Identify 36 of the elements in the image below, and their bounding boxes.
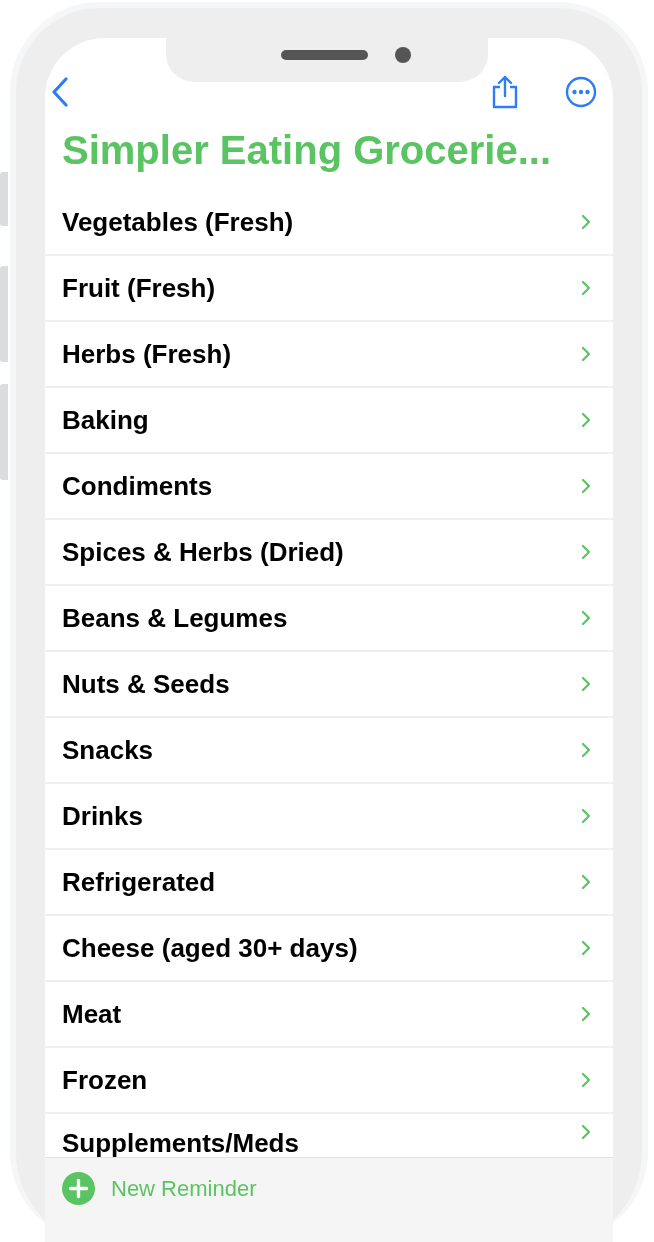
share-icon[interactable] [491, 75, 519, 109]
chevron-icon [581, 676, 591, 692]
list-row[interactable]: Snacks [45, 718, 613, 782]
chevron-icon [581, 280, 591, 296]
list-row[interactable]: Herbs (Fresh) [45, 322, 613, 386]
chevron-icon [581, 742, 591, 758]
chevron-icon [581, 1072, 591, 1088]
chevron-icon [581, 412, 591, 428]
chevron-icon [581, 1124, 591, 1140]
list-row[interactable]: Baking [45, 388, 613, 452]
list-row[interactable]: Cheese (aged 30+ days) [45, 916, 613, 980]
list-row[interactable]: Beans & Legumes [45, 586, 613, 650]
list-row[interactable]: Fruit (Fresh) [45, 256, 613, 320]
chevron-icon [581, 346, 591, 362]
chevron-icon [581, 478, 591, 494]
more-icon[interactable] [565, 76, 597, 108]
list-row[interactable]: Frozen [45, 1048, 613, 1112]
chevron-icon [581, 214, 591, 230]
list-row[interactable]: Vegetables (Fresh) [45, 190, 613, 254]
list-row[interactable]: Refrigerated [45, 850, 613, 914]
camera [395, 47, 411, 63]
list-row[interactable]: Supplements/Meds [45, 1114, 613, 1157]
list-row[interactable]: Drinks [45, 784, 613, 848]
list-row[interactable]: Meat [45, 982, 613, 1046]
chevron-icon [581, 544, 591, 560]
add-icon [62, 1172, 95, 1205]
chevron-icon [581, 610, 591, 626]
chevron-icon [581, 1006, 591, 1022]
back-icon[interactable] [51, 77, 69, 107]
chevron-icon [581, 808, 591, 824]
list-row[interactable]: Condiments [45, 454, 613, 518]
chevron-icon [581, 940, 591, 956]
list-row[interactable]: Nuts & Seeds [45, 652, 613, 716]
chevron-icon [581, 874, 591, 890]
list-row[interactable]: Spices & Herbs (Dried) [45, 520, 613, 584]
list-title: Simpler Eating Grocerie... [61, 127, 553, 174]
